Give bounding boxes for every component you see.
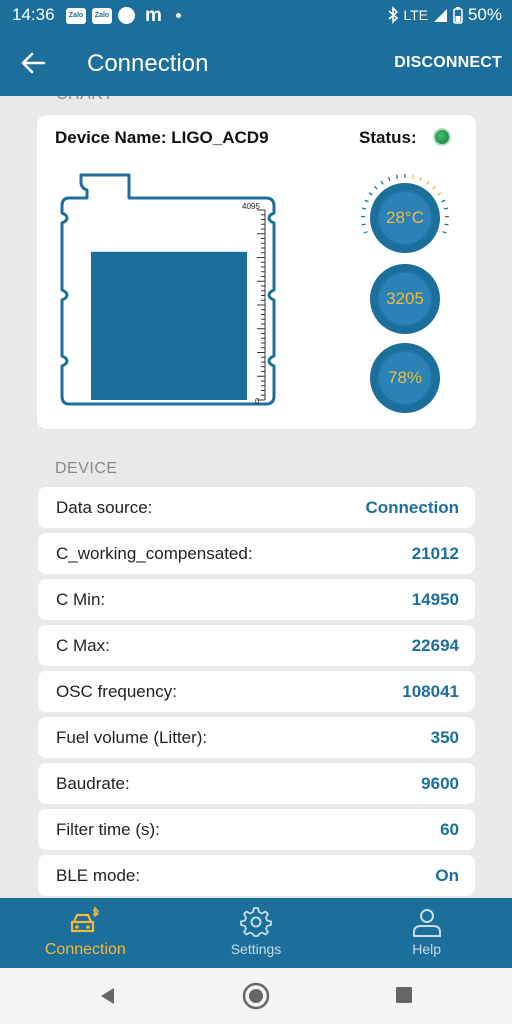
dial-tick — [361, 207, 367, 210]
back-triangle-icon[interactable] — [98, 986, 118, 1006]
row-value: 22694 — [411, 635, 459, 655]
tab-help[interactable]: Help — [341, 898, 512, 968]
tank-scale — [257, 209, 266, 401]
device-name: Device Name: LIGO_ACD9 — [55, 128, 269, 147]
list-item: C Max: 22694 — [38, 625, 475, 666]
list-item: Fuel volume (Litter): 350 — [38, 717, 475, 758]
list-item: Data source: Connection — [38, 487, 475, 528]
dial-tick — [364, 199, 369, 203]
temperature-gauge: 28°C — [370, 183, 440, 253]
tab-label: Help — [412, 941, 442, 957]
dial-tick — [426, 180, 430, 185]
dial-tick — [363, 231, 368, 234]
tab-connection[interactable]: Connection — [0, 898, 171, 968]
battery-icon — [453, 7, 463, 24]
dial-tick — [395, 174, 399, 179]
m-icon: m — [145, 4, 162, 26]
dial-tick — [387, 176, 391, 182]
status-indicator — [433, 128, 451, 146]
scale-max-label: 4095 — [242, 202, 260, 211]
chart-card: Device Name: LIGO_ACD9 Status: 4095 0 28… — [37, 115, 476, 429]
dial-tick — [411, 174, 415, 179]
recents-square-icon[interactable] — [395, 986, 413, 1004]
page-title: Connection — [87, 50, 209, 77]
row-key: BLE mode: — [56, 865, 141, 885]
list-item: BLE mode: On — [38, 855, 475, 896]
tab-label: Connection — [44, 941, 126, 958]
car-bluetooth-icon — [71, 906, 100, 933]
fuel-tank-graphic: 4095 0 — [60, 173, 276, 406]
chart-section-label: CHART — [56, 96, 113, 104]
row-value: Connection — [365, 497, 460, 517]
row-value: 108041 — [402, 681, 459, 701]
dial-tick — [361, 223, 366, 226]
back-arrow-icon[interactable] — [20, 50, 46, 76]
row-key: Fuel volume (Litter): — [56, 727, 208, 747]
row-value: 60 — [440, 819, 459, 839]
percent-gauge: 78% — [370, 343, 440, 413]
notification-icons: Zalo Zalo m — [66, 4, 181, 26]
system-navigation-bar — [0, 968, 512, 1024]
row-value: 14950 — [411, 589, 459, 609]
bottom-navigation: Connection Settings Help — [0, 898, 512, 968]
list-item: Baudrate: 9600 — [38, 763, 475, 804]
bluetooth-icon — [388, 6, 399, 24]
dial-tick — [373, 185, 378, 190]
zalo-icon: Zalo — [66, 7, 86, 24]
home-circle-icon[interactable] — [242, 982, 270, 1010]
device-section-label: DEVICE — [55, 460, 118, 477]
network-type: LTE — [403, 7, 428, 23]
row-value: On — [435, 865, 459, 885]
app-bar: Connection DISCONNECT — [0, 30, 512, 96]
row-key: C_working_compensated: — [56, 543, 253, 563]
dial-tick — [437, 192, 442, 196]
temperature-value: 28°C — [377, 190, 433, 246]
gear-icon — [240, 907, 272, 937]
tab-settings[interactable]: Settings — [171, 898, 342, 968]
tab-label: Settings — [230, 941, 282, 957]
list-item: OSC frequency: 108041 — [38, 671, 475, 712]
tank-fill — [91, 251, 247, 400]
person-icon — [412, 909, 441, 937]
list-item: Filter time (s): 60 — [38, 809, 475, 850]
dial-tick — [442, 231, 447, 234]
more-notifications-icon — [175, 13, 181, 18]
row-key: C Max: — [56, 635, 110, 655]
row-key: Data source: — [56, 497, 153, 517]
dial-tick — [441, 199, 446, 203]
dial-tick — [419, 176, 423, 182]
scroll-content[interactable]: CHART Device Name: LIGO_ACD9 Status: 409… — [0, 96, 512, 898]
clock: 14:36 — [12, 5, 55, 24]
row-key: Baudrate: — [56, 773, 130, 793]
percent-value: 78% — [377, 350, 433, 406]
count-gauge: 3205 — [370, 264, 440, 334]
system-icons: LTE 50% — [387, 5, 502, 25]
dial-tick — [432, 185, 437, 190]
circle-notification-icon — [118, 7, 135, 24]
status-bar: 14:36 Zalo Zalo m LTE 50% — [0, 0, 512, 30]
dial-tick — [443, 207, 449, 210]
list-item: C Min: 14950 — [38, 579, 475, 620]
battery-level: 50% — [467, 5, 502, 24]
signal-icon — [433, 9, 447, 22]
row-value: 350 — [430, 727, 459, 747]
row-value: 21012 — [411, 543, 459, 563]
row-value: 9600 — [421, 773, 459, 793]
device-info-list: Data source: Connection C_working_compens… — [38, 487, 475, 898]
dial-tick — [444, 223, 449, 226]
row-key: Filter time (s): — [56, 819, 160, 839]
disconnect-button[interactable]: DISCONNECT — [394, 54, 502, 72]
list-item: C_working_compensated: 21012 — [38, 533, 475, 574]
status-label: Status: — [359, 128, 417, 147]
dial-tick — [368, 192, 373, 196]
row-key: C Min: — [56, 589, 106, 609]
count-value: 3205 — [377, 271, 433, 327]
scale-min-label: 0 — [255, 397, 260, 406]
dial-tick — [380, 180, 384, 185]
zalo-icon: Zalo — [92, 7, 112, 24]
row-key: OSC frequency: — [56, 681, 177, 701]
